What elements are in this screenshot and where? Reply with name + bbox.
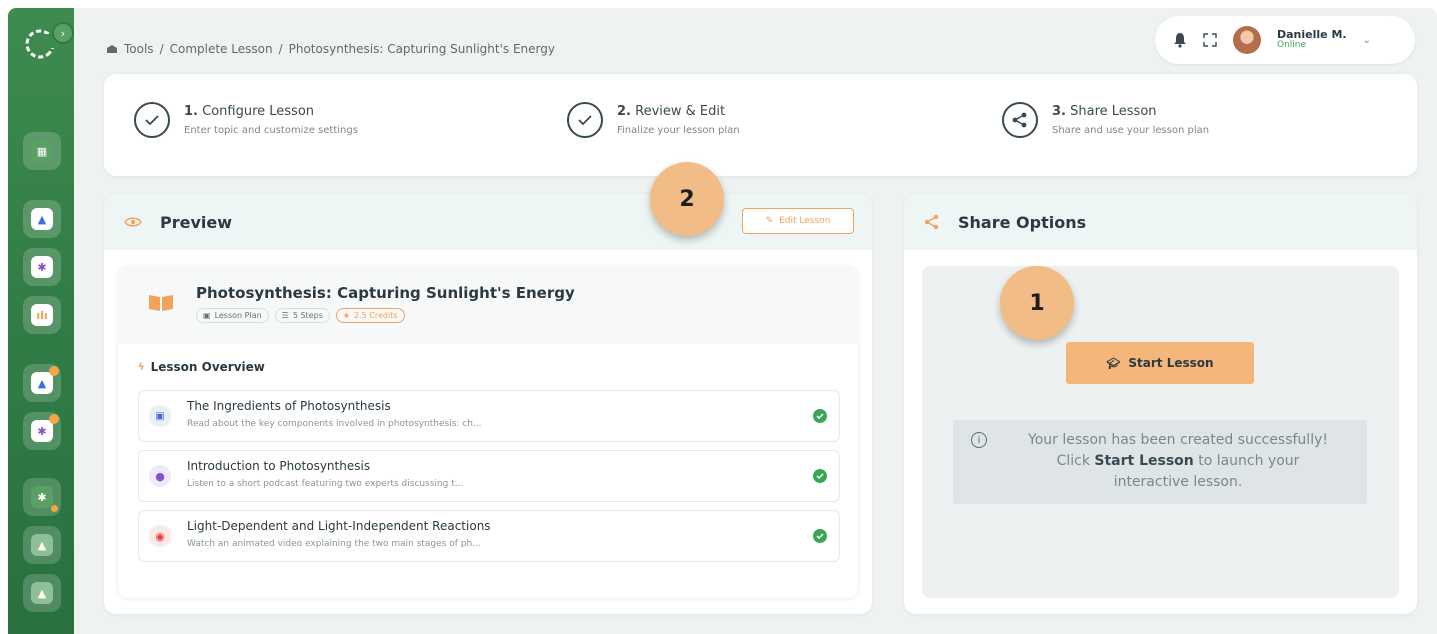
edit-lesson-button[interactable]: ✎ Edit Lesson bbox=[742, 208, 854, 234]
notification-dot bbox=[49, 414, 59, 424]
puzzle-icon: ✱ bbox=[31, 256, 53, 278]
info-icon: i bbox=[971, 432, 987, 448]
activity-item[interactable]: ▣ The Ingredients of Photosynthesis Read… bbox=[138, 390, 840, 442]
video-icon: ◉ bbox=[149, 525, 171, 547]
bell-icon[interactable] bbox=[1173, 32, 1187, 48]
chart-icon: ılı bbox=[31, 304, 53, 326]
book-icon bbox=[149, 295, 173, 311]
sidebar-item-5[interactable]: ✱ bbox=[23, 412, 61, 450]
activity-description: Watch an animated video explaining the t… bbox=[187, 539, 481, 549]
notification-dot bbox=[49, 366, 59, 376]
pencil-icon: ✎ bbox=[765, 216, 774, 226]
top-bar: Danielle M. Online ⌄ bbox=[1155, 16, 1415, 64]
sidebar-item-1[interactable]: ▲ bbox=[23, 200, 61, 238]
breadcrumb-item-tools[interactable]: Tools bbox=[124, 42, 154, 56]
route-icon: ϟ bbox=[138, 361, 145, 373]
sidebar-toggle-button[interactable]: › bbox=[52, 22, 74, 44]
success-message: i Your lesson has been created successfu… bbox=[953, 420, 1367, 504]
check-icon bbox=[134, 102, 170, 138]
steps-bar: 1. Configure Lesson Enter topic and cust… bbox=[104, 74, 1417, 176]
user-info[interactable]: Danielle M. Online bbox=[1277, 28, 1347, 51]
microphone-icon: ● bbox=[149, 465, 171, 487]
puzzle-icon: ✱ bbox=[31, 420, 53, 442]
lesson-icon: ▲ bbox=[31, 582, 53, 604]
sidebar-item-8[interactable]: ▲ bbox=[23, 574, 61, 612]
step-title: 3. Share Lesson bbox=[1052, 104, 1157, 119]
start-lesson-button[interactable]: 🎓︎ Start Lesson bbox=[1066, 342, 1254, 384]
lesson-title: Photosynthesis: Capturing Sunlight's Ene… bbox=[196, 284, 575, 302]
fullscreen-icon[interactable] bbox=[1203, 33, 1217, 47]
check-circle-icon bbox=[813, 469, 827, 483]
step-subtitle: Finalize your lesson plan bbox=[617, 125, 740, 136]
sidebar: › ▦ ▲ ✱ ılı ▲ ✱ ✱ ▲ ▲ bbox=[8, 8, 74, 634]
chip-steps: ☰ 5 Steps bbox=[274, 308, 330, 323]
step-review[interactable]: 2. Review & Edit Finalize your lesson pl… bbox=[567, 102, 740, 138]
activity-title: Light-Dependent and Light-Independent Re… bbox=[187, 519, 491, 533]
lesson-overview-heading: ϟ Lesson Overview bbox=[138, 360, 265, 374]
activity-title: The Ingredients of Photosynthesis bbox=[187, 399, 391, 413]
star-icon: ★ bbox=[342, 311, 351, 320]
preview-title: Preview bbox=[160, 212, 233, 232]
check-icon bbox=[567, 102, 603, 138]
eye-icon bbox=[124, 217, 142, 227]
sidebar-item-7[interactable]: ▲ bbox=[23, 526, 61, 564]
share-content: 🎓︎ Start Lesson i Your lesson has been c… bbox=[922, 266, 1399, 598]
lesson-icon: ▲ bbox=[31, 372, 53, 394]
activity-item[interactable]: ◉ Light-Dependent and Light-Independent … bbox=[138, 510, 840, 562]
callout-badge-2: 2 bbox=[650, 162, 724, 236]
activity-description: Read about the key components involved i… bbox=[187, 419, 482, 429]
book-icon: ▣ bbox=[203, 311, 211, 320]
avatar[interactable] bbox=[1233, 26, 1261, 54]
breadcrumb-separator: / bbox=[278, 42, 283, 56]
chip-credits: ★ 2.5 Credits bbox=[335, 308, 405, 323]
share-icon bbox=[1002, 102, 1038, 138]
step-subtitle: Share and use your lesson plan bbox=[1052, 125, 1210, 136]
step-subtitle: Enter topic and customize settings bbox=[184, 125, 358, 136]
sidebar-item-6[interactable]: ✱ bbox=[23, 478, 61, 516]
step-share[interactable]: 3. Share Lesson Share and use your lesso… bbox=[1002, 102, 1209, 138]
check-circle-icon bbox=[813, 529, 827, 543]
edit-lesson-label: Edit Lesson bbox=[779, 216, 831, 226]
list-icon: ☰ bbox=[281, 311, 289, 320]
activity-item[interactable]: ● Introduction to Photosynthesis Listen … bbox=[138, 450, 840, 502]
sidebar-item-2[interactable]: ✱ bbox=[23, 248, 61, 286]
step-configure[interactable]: 1. Configure Lesson Enter topic and cust… bbox=[134, 102, 358, 138]
check-circle-icon bbox=[813, 409, 827, 423]
share-icon bbox=[924, 214, 939, 230]
step-title: 2. Review & Edit bbox=[617, 104, 726, 119]
breadcrumb-item-current: Photosynthesis: Capturing Sunlight's Ene… bbox=[288, 42, 555, 56]
start-lesson-label: Start Lesson bbox=[1128, 356, 1214, 370]
main-content: Tools / Complete Lesson / Photosynthesis… bbox=[74, 8, 1437, 634]
user-status: Online bbox=[1277, 40, 1307, 51]
chevron-down-icon[interactable]: ⌄ bbox=[1363, 35, 1371, 46]
chip-lesson-type: ▣ Lesson Plan bbox=[196, 308, 269, 323]
share-header: Share Options bbox=[904, 194, 1417, 250]
graduation-cap-icon: 🎓︎ bbox=[1106, 356, 1121, 370]
lesson-header: Photosynthesis: Capturing Sunlight's Ene… bbox=[118, 266, 858, 344]
grid-icon: ▦ bbox=[31, 140, 53, 162]
activity-description: Listen to a short podcast featuring two … bbox=[187, 479, 464, 489]
preview-panel: Preview ✎ Edit Lesson Photosynthesis: Ca… bbox=[104, 194, 872, 614]
notification-dot bbox=[51, 505, 58, 512]
lesson-chips: ▣ Lesson Plan ☰ 5 Steps ★ 2.5 Credits bbox=[196, 308, 405, 323]
callout-badge-1: 1 bbox=[1000, 266, 1074, 340]
step-title: 1. Configure Lesson bbox=[184, 104, 315, 119]
activity-title: Introduction to Photosynthesis bbox=[187, 459, 371, 473]
sidebar-item-4[interactable]: ▲ bbox=[23, 364, 61, 402]
book-icon: ▣ bbox=[149, 405, 171, 427]
lesson-icon: ▲ bbox=[31, 534, 53, 556]
breadcrumb-item-complete-lesson[interactable]: Complete Lesson bbox=[170, 42, 273, 56]
breadcrumb: Tools / Complete Lesson / Photosynthesis… bbox=[106, 42, 555, 56]
puzzle-icon: ✱ bbox=[31, 486, 53, 508]
share-title: Share Options bbox=[958, 212, 1087, 232]
sidebar-item-3[interactable]: ılı bbox=[23, 296, 61, 334]
breadcrumb-separator: / bbox=[159, 42, 164, 56]
sidebar-item-dashboard[interactable]: ▦ bbox=[23, 132, 61, 170]
home-icon bbox=[107, 45, 117, 53]
lesson-icon: ▲ bbox=[31, 208, 53, 230]
success-text: Your lesson has been created successfull… bbox=[1028, 432, 1328, 490]
share-options-panel: Share Options 🎓︎ Start Lesson i Your les… bbox=[904, 194, 1417, 614]
lesson-card: Photosynthesis: Capturing Sunlight's Ene… bbox=[118, 266, 858, 598]
